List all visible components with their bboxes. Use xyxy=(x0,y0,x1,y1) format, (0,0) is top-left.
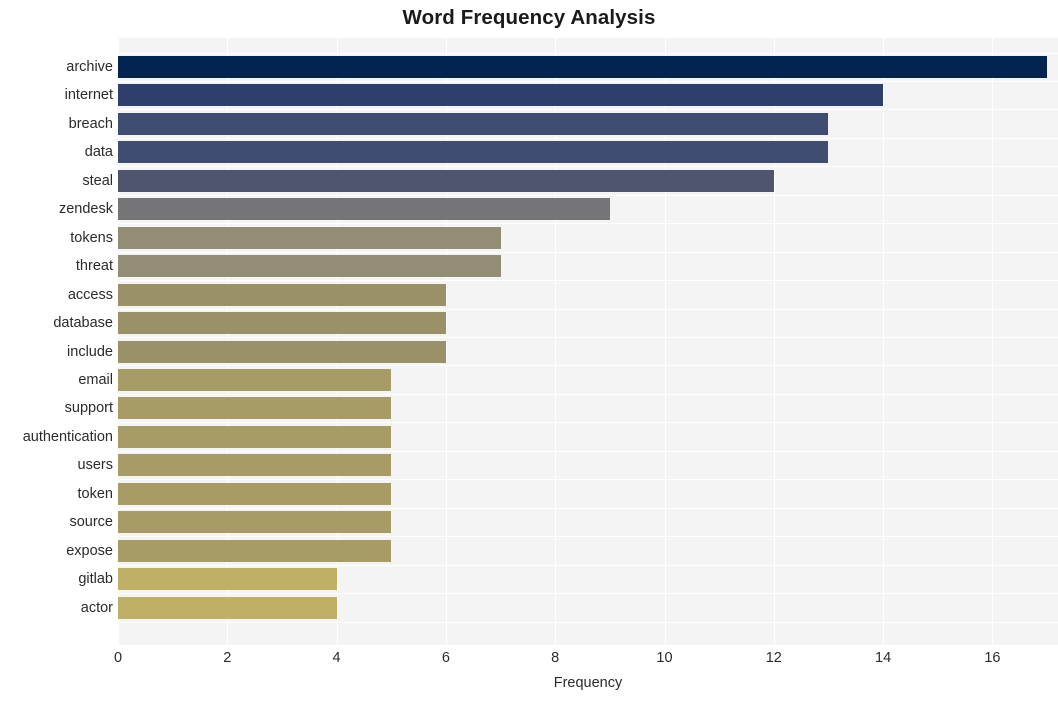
x-tick-label-10: 10 xyxy=(656,650,673,666)
bar-zendesk xyxy=(118,198,610,221)
gridline-horizontal xyxy=(118,508,1058,509)
gridline-horizontal xyxy=(118,565,1058,566)
gridline-horizontal xyxy=(118,422,1058,423)
y-tick-label-access: access xyxy=(67,286,113,303)
x-tick-label-6: 6 xyxy=(441,650,450,666)
bar-actor xyxy=(118,596,337,619)
y-tick-label-breach: breach xyxy=(68,115,113,132)
y-axis-tick-labels: archive internet breach data steal zendesk tok… xyxy=(0,38,113,645)
bar-include xyxy=(118,340,446,363)
x-axis-title: Frequency xyxy=(553,675,623,691)
bar-database xyxy=(118,312,446,335)
gridline-horizontal xyxy=(118,593,1058,594)
bar-threat xyxy=(118,255,501,278)
bar-archive xyxy=(118,56,1048,78)
bar-breach xyxy=(118,112,829,135)
y-tick-label-source: source xyxy=(69,514,113,531)
x-axis-tick-labels: 0 2 4 6 8 10 12 14 16 xyxy=(0,650,1058,672)
y-tick-label-users: users xyxy=(77,457,113,474)
bar-token xyxy=(118,482,392,505)
y-tick-label-internet: internet xyxy=(64,87,113,104)
bar-access xyxy=(118,283,446,306)
gridline-horizontal xyxy=(118,109,1058,110)
gridline-horizontal xyxy=(118,223,1058,224)
y-tick-label-database: database xyxy=(53,315,113,332)
gridline-horizontal xyxy=(118,337,1058,338)
y-tick-label-token: token xyxy=(77,485,113,502)
x-tick-label-16: 16 xyxy=(984,650,1001,666)
y-tick-label-tokens: tokens xyxy=(70,229,113,246)
gridline-horizontal xyxy=(118,138,1058,139)
bar-steal xyxy=(118,169,774,192)
plot-area xyxy=(118,38,1058,645)
y-tick-label-authentication: authentication xyxy=(22,428,113,445)
x-tick-label-4: 4 xyxy=(332,650,341,666)
y-tick-label-zendesk: zendesk xyxy=(58,201,113,218)
bar-source xyxy=(118,511,392,534)
y-tick-label-gitlab: gitlab xyxy=(78,571,113,588)
y-tick-label-email: email xyxy=(78,371,113,388)
x-tick-label-0: 0 xyxy=(113,650,123,666)
gridline-vertical xyxy=(992,38,994,645)
gridline-horizontal xyxy=(118,536,1058,537)
gridline-horizontal xyxy=(118,394,1058,395)
gridline-horizontal xyxy=(118,195,1058,196)
gridline-horizontal xyxy=(118,166,1058,167)
gridline-horizontal xyxy=(118,309,1058,310)
x-tick-label-8: 8 xyxy=(551,650,560,666)
gridline-horizontal xyxy=(118,622,1058,623)
y-tick-label-support: support xyxy=(64,400,113,417)
gridline-horizontal xyxy=(118,479,1058,480)
bar-expose xyxy=(118,539,392,562)
gridline-horizontal xyxy=(118,365,1058,366)
bar-users xyxy=(118,454,392,477)
x-tick-label-12: 12 xyxy=(765,650,782,666)
gridline-horizontal xyxy=(118,81,1058,82)
y-tick-label-include: include xyxy=(67,343,113,360)
gridline-horizontal xyxy=(118,280,1058,281)
bar-email xyxy=(118,368,392,391)
bar-data xyxy=(118,141,829,164)
gridline-horizontal xyxy=(118,451,1058,452)
y-tick-label-actor: actor xyxy=(80,599,113,616)
bar-gitlab xyxy=(118,568,337,591)
gridline-horizontal xyxy=(118,252,1058,253)
y-tick-label-expose: expose xyxy=(66,542,113,559)
y-tick-label-steal: steal xyxy=(82,172,113,189)
chart-title: Word Frequency Analysis xyxy=(402,6,656,29)
bar-support xyxy=(118,397,392,420)
x-tick-label-14: 14 xyxy=(875,650,892,666)
gridline-horizontal xyxy=(118,53,1058,54)
word-frequency-chart: Word Frequency Analysis archive internet b… xyxy=(0,0,1058,701)
bar-authentication xyxy=(118,425,392,448)
y-tick-label-data: data xyxy=(84,144,113,161)
bar-internet xyxy=(118,84,884,107)
gridline-vertical xyxy=(883,38,885,645)
bar-tokens xyxy=(118,226,501,249)
y-tick-label-archive: archive xyxy=(66,59,113,75)
y-tick-label-threat: threat xyxy=(75,258,113,275)
x-tick-label-2: 2 xyxy=(223,650,232,666)
